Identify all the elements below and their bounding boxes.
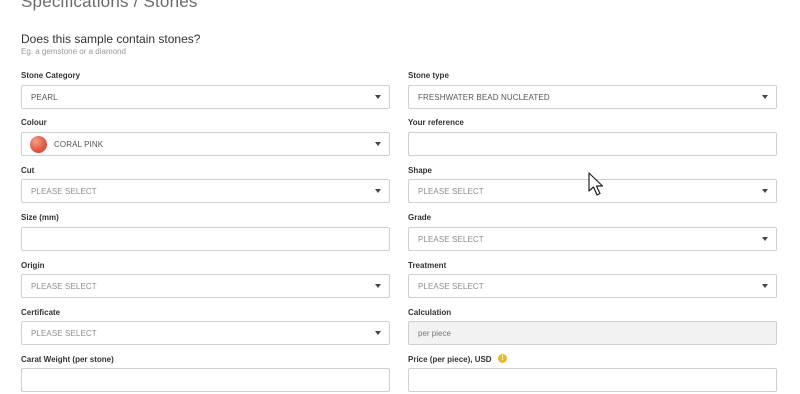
grade-label: Grade	[408, 213, 432, 222]
stone-category-label: Stone Category	[21, 71, 81, 80]
grade-placeholder: PLEASE SELECT	[418, 234, 484, 244]
your-reference-label: Your reference	[408, 118, 464, 127]
carat-weight-label: Carat Weight (per stone)	[21, 355, 114, 364]
shape-label: Shape	[408, 166, 433, 175]
cut-select[interactable]: PLEASE SELECT	[21, 179, 390, 203]
certificate-label: Certificate	[21, 308, 61, 317]
size-label: Size (mm)	[21, 213, 59, 222]
mouse-cursor-icon	[588, 172, 604, 196]
colour-swatch	[30, 135, 47, 153]
stones-hint: Eg. a gemstone or a diamond	[21, 47, 126, 56]
calculation-field: per piece	[408, 321, 777, 345]
page-title: Specifications / Stones	[21, 0, 198, 11]
stones-question: Does this sample contain stones?	[21, 32, 201, 46]
chevron-down-icon	[762, 237, 768, 241]
info-icon[interactable]: !	[498, 354, 507, 363]
cut-placeholder: PLEASE SELECT	[31, 186, 97, 196]
stone-category-select[interactable]: PEARL	[21, 85, 390, 109]
treatment-placeholder: PLEASE SELECT	[418, 281, 484, 291]
carat-weight-input[interactable]	[21, 368, 390, 392]
origin-label: Origin	[21, 261, 45, 270]
stone-type-label: Stone type	[408, 71, 449, 80]
size-input[interactable]	[21, 227, 390, 251]
chevron-down-icon	[375, 284, 381, 288]
price-input[interactable]	[408, 368, 777, 392]
chevron-down-icon	[375, 95, 381, 99]
your-reference-input[interactable]	[408, 132, 777, 156]
origin-placeholder: PLEASE SELECT	[31, 281, 97, 291]
origin-select[interactable]: PLEASE SELECT	[21, 274, 390, 298]
stone-type-value: FRESHWATER BEAD NUCLEATED	[418, 92, 550, 102]
calculation-value: per piece	[418, 328, 451, 338]
treatment-label: Treatment	[408, 261, 447, 270]
stone-type-select[interactable]: FRESHWATER BEAD NUCLEATED	[408, 85, 777, 109]
chevron-down-icon	[762, 189, 768, 193]
cut-label: Cut	[21, 166, 35, 175]
calculation-label: Calculation	[408, 308, 452, 317]
certificate-placeholder: PLEASE SELECT	[31, 328, 97, 338]
colour-value: CORAL PINK	[54, 139, 104, 149]
chevron-down-icon	[375, 142, 381, 146]
chevron-down-icon	[762, 284, 768, 288]
grade-select[interactable]: PLEASE SELECT	[408, 227, 777, 251]
colour-label: Colour	[21, 118, 47, 127]
chevron-down-icon	[375, 331, 381, 335]
certificate-select[interactable]: PLEASE SELECT	[21, 321, 390, 345]
chevron-down-icon	[762, 95, 768, 99]
stone-category-value: PEARL	[31, 92, 58, 102]
colour-select[interactable]: CORAL PINK	[21, 132, 390, 156]
chevron-down-icon	[375, 189, 381, 193]
treatment-select[interactable]: PLEASE SELECT	[408, 274, 777, 298]
price-label: Price (per piece), USD	[408, 355, 492, 364]
